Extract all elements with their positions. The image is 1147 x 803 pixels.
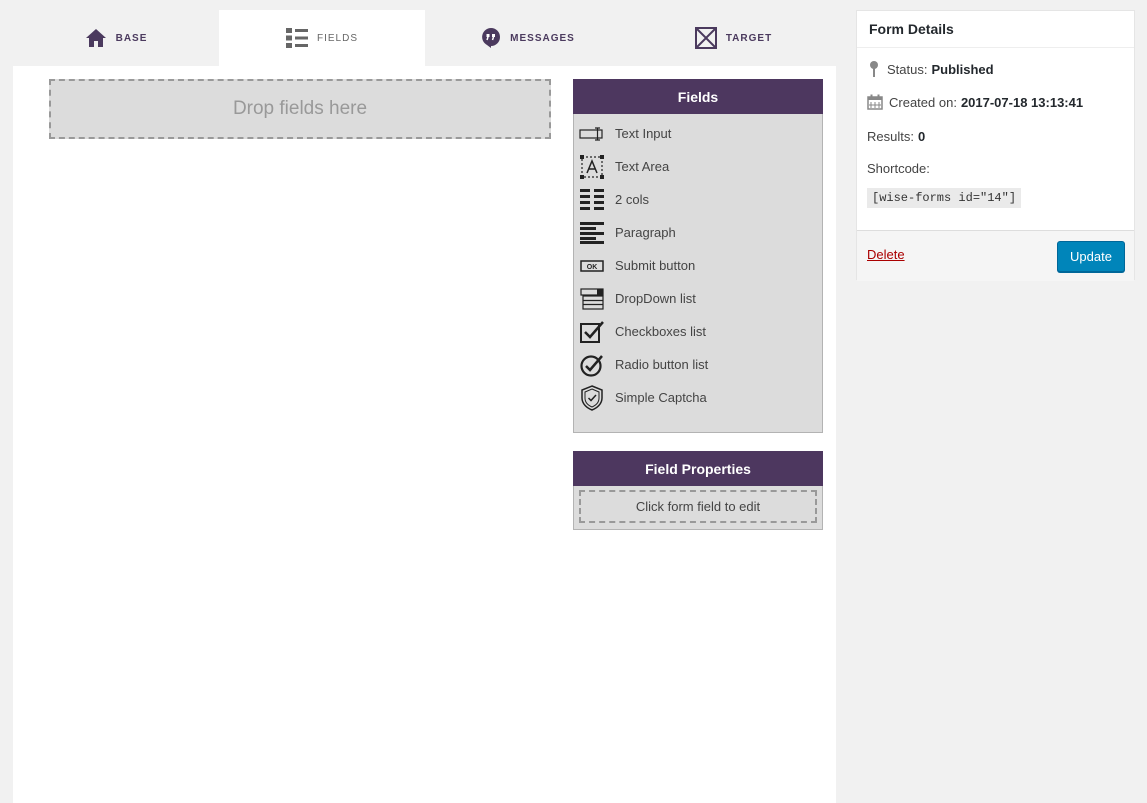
tab-label: MESSAGES	[510, 32, 575, 44]
dropdown-list-icon	[579, 286, 605, 312]
shortcode-value[interactable]: [wise-forms id="14"]	[867, 188, 1022, 208]
envelope-icon	[694, 27, 717, 49]
field-item-label: Text Area	[615, 159, 670, 174]
submit-button-icon: OK	[579, 253, 605, 279]
created-label: Created on:	[889, 94, 957, 110]
shortcode-label: Shortcode:	[867, 161, 930, 176]
field-item-two-cols[interactable]: 2 cols	[574, 183, 822, 216]
field-item-simple-captcha[interactable]: Simple Captcha	[574, 381, 822, 414]
pin-icon	[867, 60, 881, 78]
created-row: Created on: 2017-07-18 13:13:41	[867, 94, 1083, 110]
field-item-dropdown-list[interactable]: DropDown list	[574, 282, 822, 315]
field-item-label: 2 cols	[615, 192, 649, 207]
status-label: Status:	[887, 61, 928, 77]
field-item-checkboxes-list[interactable]: Checkboxes list	[574, 315, 822, 348]
dropzone-text: Drop fields here	[232, 98, 368, 119]
chat-bubble-icon	[481, 27, 501, 49]
list-icon	[285, 27, 308, 49]
fields-panel-title: Fields	[573, 79, 823, 114]
home-icon	[85, 28, 107, 48]
tab-base[interactable]: BASE	[13, 10, 219, 66]
results-value: 0	[917, 129, 926, 144]
field-properties-placeholder[interactable]: Click form field to edit	[579, 490, 817, 523]
text-area-icon	[579, 154, 605, 180]
checkbox-icon	[579, 319, 605, 345]
shield-icon	[579, 384, 605, 411]
form-details-box: Form Details Status: Published Created o…	[856, 10, 1135, 281]
tab-fields[interactable]: FIELDS	[219, 10, 425, 66]
two-columns-icon	[579, 187, 605, 213]
tab-label: FIELDS	[316, 32, 358, 44]
tab-label: TARGET	[725, 32, 773, 44]
field-type-list: Text Input Text Area 2 cols Paragraph OK…	[574, 114, 822, 414]
field-item-label: Text Input	[615, 126, 672, 141]
drop-fields-zone[interactable]: Drop fields here	[49, 79, 551, 139]
field-properties-hint: Click form field to edit	[635, 499, 761, 514]
form-details-actions: Delete Update	[857, 230, 1134, 281]
field-item-radio-button-list[interactable]: Radio button list	[574, 348, 822, 381]
field-item-text-input[interactable]: Text Input	[574, 117, 822, 150]
tab-label: BASE	[115, 32, 148, 44]
results-label: Results:	[867, 129, 914, 144]
field-properties-title: Field Properties	[573, 451, 823, 486]
field-item-label: DropDown list	[615, 291, 696, 306]
paragraph-icon	[579, 220, 605, 246]
fields-panel: Fields Text Input Text Area 2 cols Parag…	[573, 79, 823, 433]
field-item-text-area[interactable]: Text Area	[574, 150, 822, 183]
update-button[interactable]: Update	[1057, 241, 1125, 272]
text-input-icon	[579, 121, 605, 147]
form-details-title: Form Details	[857, 11, 1134, 48]
tab-bar: BASE FIELDS MESSAGES TARGET	[13, 10, 836, 66]
field-item-label: Radio button list	[615, 357, 709, 372]
field-properties-panel: Field Properties Click form field to edi…	[573, 451, 823, 530]
field-item-paragraph[interactable]: Paragraph	[574, 216, 822, 249]
created-value: 2017-07-18 13:13:41	[960, 94, 1084, 110]
delete-link[interactable]: Delete	[867, 247, 905, 262]
field-item-label: Paragraph	[615, 225, 676, 240]
field-item-submit-button[interactable]: OK Submit button	[574, 249, 822, 282]
shortcode-row: Shortcode:	[867, 161, 930, 176]
tab-messages[interactable]: MESSAGES	[425, 10, 631, 66]
status-value: Published	[931, 61, 994, 77]
status-row: Status: Published	[867, 60, 994, 78]
svg-text:OK: OK	[587, 264, 598, 271]
radio-button-icon	[579, 352, 605, 378]
results-row: Results: 0	[867, 129, 925, 144]
calendar-icon	[867, 94, 883, 110]
tab-target[interactable]: TARGET	[631, 10, 836, 66]
form-builder-canvas: Drop fields here Fields Text Input Text …	[13, 66, 836, 803]
field-item-label: Submit button	[615, 258, 696, 273]
field-item-label: Simple Captcha	[615, 390, 707, 405]
field-item-label: Checkboxes list	[615, 324, 707, 339]
